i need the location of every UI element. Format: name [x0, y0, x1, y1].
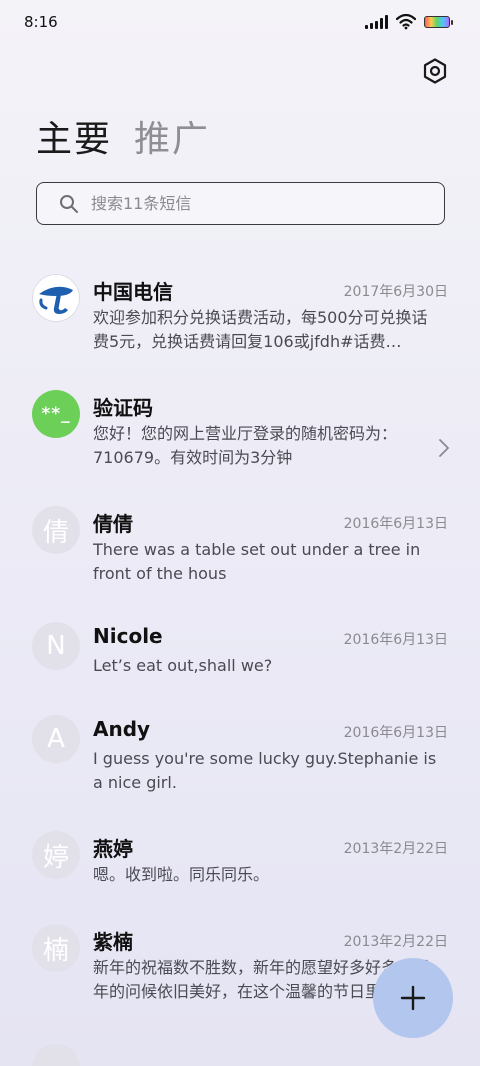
contact-name: 中国电信 — [93, 280, 173, 304]
settings-button[interactable] — [420, 56, 450, 86]
message-date: 2016年6月13日 — [343, 725, 448, 741]
telecom-logo-icon — [32, 274, 80, 322]
status-icons — [365, 14, 453, 30]
compose-button[interactable] — [373, 958, 453, 1038]
tab-primary[interactable]: 主要 — [36, 110, 112, 162]
message-preview: I guess you're some lucky guy.Stephanie … — [93, 749, 437, 792]
contact-name: Nicole — [93, 624, 163, 648]
conversation-item[interactable]: **_ 验证码 您好！您的网上营业厅登录的随机密码为：710679。有效时间为3… — [0, 378, 480, 488]
message-date: 2016年6月13日 — [343, 516, 448, 532]
gear-icon — [423, 58, 447, 84]
category-tabs: 主要 推广 — [36, 110, 210, 162]
message-preview: 欢迎参加积分兑换话费活动，每500分可兑换话费5元，兑换话费请回复106或jfd… — [93, 308, 428, 351]
message-date: 2017年6月30日 — [343, 284, 448, 300]
message-preview: 嗯。收到啦。同乐同乐。 — [93, 865, 270, 884]
message-date: 2013年2月22日 — [343, 934, 448, 950]
wifi-icon — [396, 14, 416, 30]
contact-name: Andy — [93, 717, 151, 741]
conversation-item[interactable]: 中国电信 2017年6月30日 欢迎参加积分兑换话费活动，每500分可兑换话费5… — [0, 262, 480, 372]
conversation-item[interactable]: N Nicole 2016年6月13日 Let’s eat out,shall … — [0, 610, 480, 694]
tab-promotions[interactable]: 推广 — [134, 110, 210, 162]
contact-name: 燕婷 — [93, 837, 133, 861]
search-bar[interactable] — [36, 182, 445, 225]
conversation-item[interactable]: 婷 燕婷 2013年2月22日 嗯。收到啦。同乐同乐。 — [0, 819, 480, 903]
avatar: A — [32, 715, 80, 763]
plus-icon — [400, 985, 426, 1011]
search-input[interactable] — [91, 194, 391, 213]
message-preview: 您好！您的网上营业厅登录的随机密码为：710679。有效时间为3分钟 — [93, 424, 398, 467]
contact-name: 验证码 — [93, 396, 153, 420]
message-date: 2013年2月22日 — [343, 841, 448, 857]
chevron-right-icon[interactable] — [438, 438, 450, 458]
avatar: 婷 — [32, 831, 80, 879]
status-bar: 8:16 — [0, 0, 480, 44]
message-date: 2016年6月13日 — [343, 632, 448, 648]
message-preview: There was a table set out under a tree i… — [93, 540, 421, 583]
china-telecom-logo — [32, 274, 80, 322]
avatar: **_ — [32, 390, 80, 438]
battery-icon — [424, 16, 453, 28]
contact-name: 紫楠 — [93, 930, 133, 954]
contact-name: 倩倩 — [93, 512, 133, 536]
search-icon — [60, 194, 78, 213]
avatar: 楠 — [32, 924, 80, 972]
signal-icon — [365, 15, 388, 29]
conversation-item[interactable]: 倩 倩倩 2016年6月13日 There was a table set ou… — [0, 494, 480, 604]
avatar — [32, 1044, 80, 1066]
conversation-item[interactable]: A Andy 2016年6月13日 I guess you're some lu… — [0, 703, 480, 813]
message-preview: Let’s eat out,shall we? — [93, 656, 273, 675]
status-time: 8:16 — [24, 13, 58, 31]
avatar: N — [32, 622, 80, 670]
avatar: 倩 — [32, 506, 80, 554]
